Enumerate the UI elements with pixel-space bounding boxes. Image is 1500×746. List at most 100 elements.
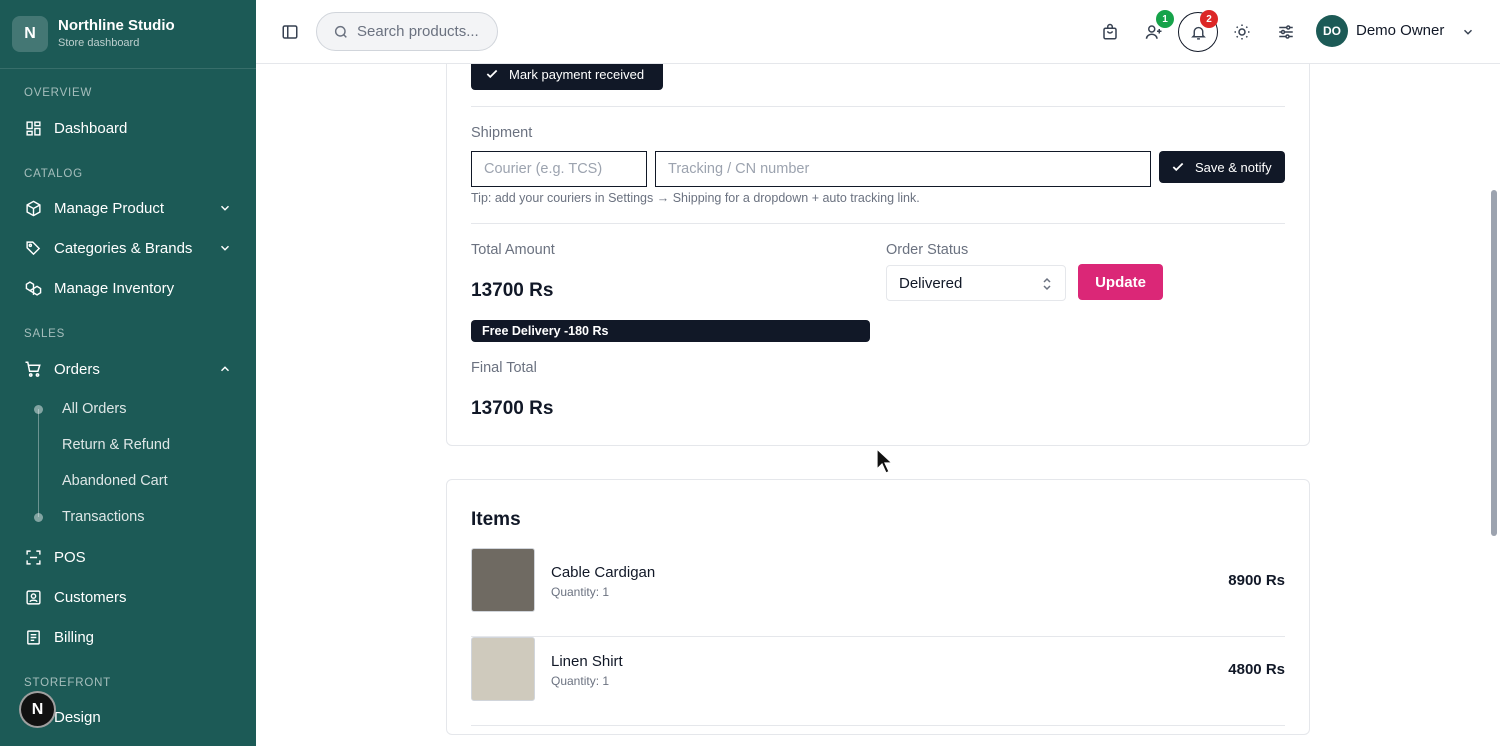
sidebar-toggle-icon (282, 25, 298, 39)
item-name: Cable Cardigan (551, 564, 656, 581)
discount-badge: Free Delivery -180 Rs (471, 320, 870, 342)
sidebar-item-manage-product[interactable]: Manage Product (24, 196, 232, 220)
user-name[interactable]: Demo Owner (1356, 22, 1444, 39)
sidebar-subitem-all-orders[interactable]: All Orders (62, 401, 126, 417)
notifications-badge: 2 (1200, 10, 1218, 28)
users-badge: 1 (1156, 10, 1174, 28)
brand-subtitle: Store dashboard (58, 37, 140, 49)
sidebar-item-manage-inventory[interactable]: Manage Inventory (24, 276, 232, 300)
sidebar-item-pos[interactable]: POS (24, 545, 232, 569)
sidebar-item-label: Manage Product (54, 199, 165, 217)
sidebar-item-label: Orders (54, 360, 100, 378)
sun-icon (1234, 24, 1250, 40)
update-status-button[interactable]: Update (1078, 264, 1163, 300)
item-name: Linen Shirt (551, 653, 623, 670)
list-item[interactable]: Linen Shirt Quantity: 1 4800 Rs (471, 637, 1285, 726)
top-header: 1 2 DO Demo Owner (256, 0, 1500, 64)
sidebar-toggle-button[interactable] (276, 18, 304, 46)
final-total-value: 13700 Rs (471, 398, 554, 419)
section-storefront: STOREFRONT (24, 677, 112, 689)
brand[interactable]: N Northline Studio Store dashboard (0, 0, 256, 69)
product-thumbnail (471, 548, 535, 612)
main-content: Mark payment received Shipment Save & no… (256, 64, 1500, 746)
chevron-down-icon (1463, 29, 1473, 35)
brand-name: Northline Studio (58, 17, 175, 34)
item-quantity: Quantity: 1 (551, 674, 610, 688)
settings-sliders-button[interactable] (1272, 18, 1300, 46)
tag-icon (24, 239, 42, 257)
save-notify-button[interactable]: Save & notify (1159, 151, 1285, 183)
section-catalog: CATALOG (24, 168, 83, 180)
cart-icon (24, 360, 42, 378)
search-input[interactable] (357, 23, 487, 40)
sidebar-subitem-return-refund[interactable]: Return & Refund (62, 437, 170, 453)
sidebar-item-label: POS (54, 548, 86, 566)
shipment-tip: Tip: add your couriers in Settings → Shi… (471, 191, 920, 205)
chevrons-up-down-icon (1043, 277, 1051, 291)
divider (471, 106, 1285, 107)
shipment-label: Shipment (471, 125, 533, 141)
order-status-label: Order Status (886, 242, 969, 258)
shopping-bag-icon (1103, 23, 1117, 40)
mark-payment-button[interactable]: Mark payment received (471, 64, 663, 90)
chevron-down-icon (218, 241, 232, 255)
search-box[interactable] (316, 12, 498, 51)
tracking-input[interactable] (655, 151, 1151, 187)
save-notify-label: Save & notify (1195, 159, 1272, 175)
shopping-bag-button[interactable] (1096, 18, 1124, 46)
product-thumbnail (471, 637, 535, 701)
avatar[interactable]: DO (1316, 15, 1348, 47)
theme-toggle-button[interactable] (1228, 18, 1256, 46)
boxes-icon (24, 279, 42, 297)
page-scrollbar[interactable] (1488, 64, 1500, 746)
order-status-select[interactable]: Delivered (886, 265, 1066, 301)
item-quantity: Quantity: 1 (551, 585, 610, 599)
order-status-value: Delivered (899, 274, 963, 292)
sidebar-item-label: Customers (54, 588, 127, 606)
contact-icon (24, 588, 42, 606)
submenu-dot (34, 405, 43, 414)
brand-logo: N (12, 16, 48, 52)
check-icon (1172, 162, 1184, 172)
user-menu-toggle[interactable] (1454, 18, 1482, 46)
submenu-dot (34, 513, 43, 522)
sidebar-item-orders[interactable]: Orders (24, 357, 232, 381)
sidebar-subitem-abandoned-cart[interactable]: Abandoned Cart (62, 473, 168, 489)
search-icon (334, 25, 347, 38)
sidebar: N Northline Studio Store dashboard OVERV… (0, 0, 256, 746)
sliders-icon (1279, 25, 1293, 39)
sidebar-item-label: Billing (54, 628, 95, 646)
box-icon (24, 199, 42, 217)
scrollbar-thumb[interactable] (1491, 190, 1497, 536)
scan-icon (24, 548, 42, 566)
item-price: 4800 Rs (1228, 661, 1285, 678)
sidebar-item-billing[interactable]: Billing (24, 625, 232, 649)
courier-input[interactable] (471, 151, 647, 187)
sidebar-item-dashboard[interactable]: Dashboard (24, 116, 232, 140)
check-icon (486, 69, 498, 79)
items-title: Items (471, 509, 521, 530)
sidebar-item-customers[interactable]: Customers (24, 585, 232, 609)
sidebar-item-label: Manage Inventory (54, 279, 175, 297)
receipt-icon (24, 628, 42, 646)
sidebar-subitem-transactions[interactable]: Transactions (62, 509, 144, 525)
final-total-label: Final Total (471, 360, 537, 376)
sidebar-item-categories-brands[interactable]: Categories & Brands (24, 236, 232, 260)
sidebar-item-label: Design (54, 708, 101, 726)
item-price: 8900 Rs (1228, 572, 1285, 589)
floating-app-button[interactable]: N (19, 691, 56, 728)
order-summary-card (446, 64, 1310, 446)
sidebar-item-label: Dashboard (54, 119, 128, 137)
total-amount-label: Total Amount (471, 242, 555, 258)
total-amount-value: 13700 Rs (471, 280, 554, 301)
mouse-cursor-icon (876, 448, 894, 474)
dashboard-icon (24, 119, 42, 137)
sidebar-item-label: Categories & Brands (54, 239, 193, 257)
list-item[interactable]: Cable Cardigan Quantity: 1 8900 Rs (471, 548, 1285, 637)
section-overview: OVERVIEW (24, 87, 93, 99)
chevron-up-icon (218, 362, 232, 376)
divider (471, 223, 1285, 224)
mark-payment-label: Mark payment received (509, 66, 645, 82)
submenu-line (38, 409, 39, 517)
chevron-down-icon (218, 201, 232, 215)
